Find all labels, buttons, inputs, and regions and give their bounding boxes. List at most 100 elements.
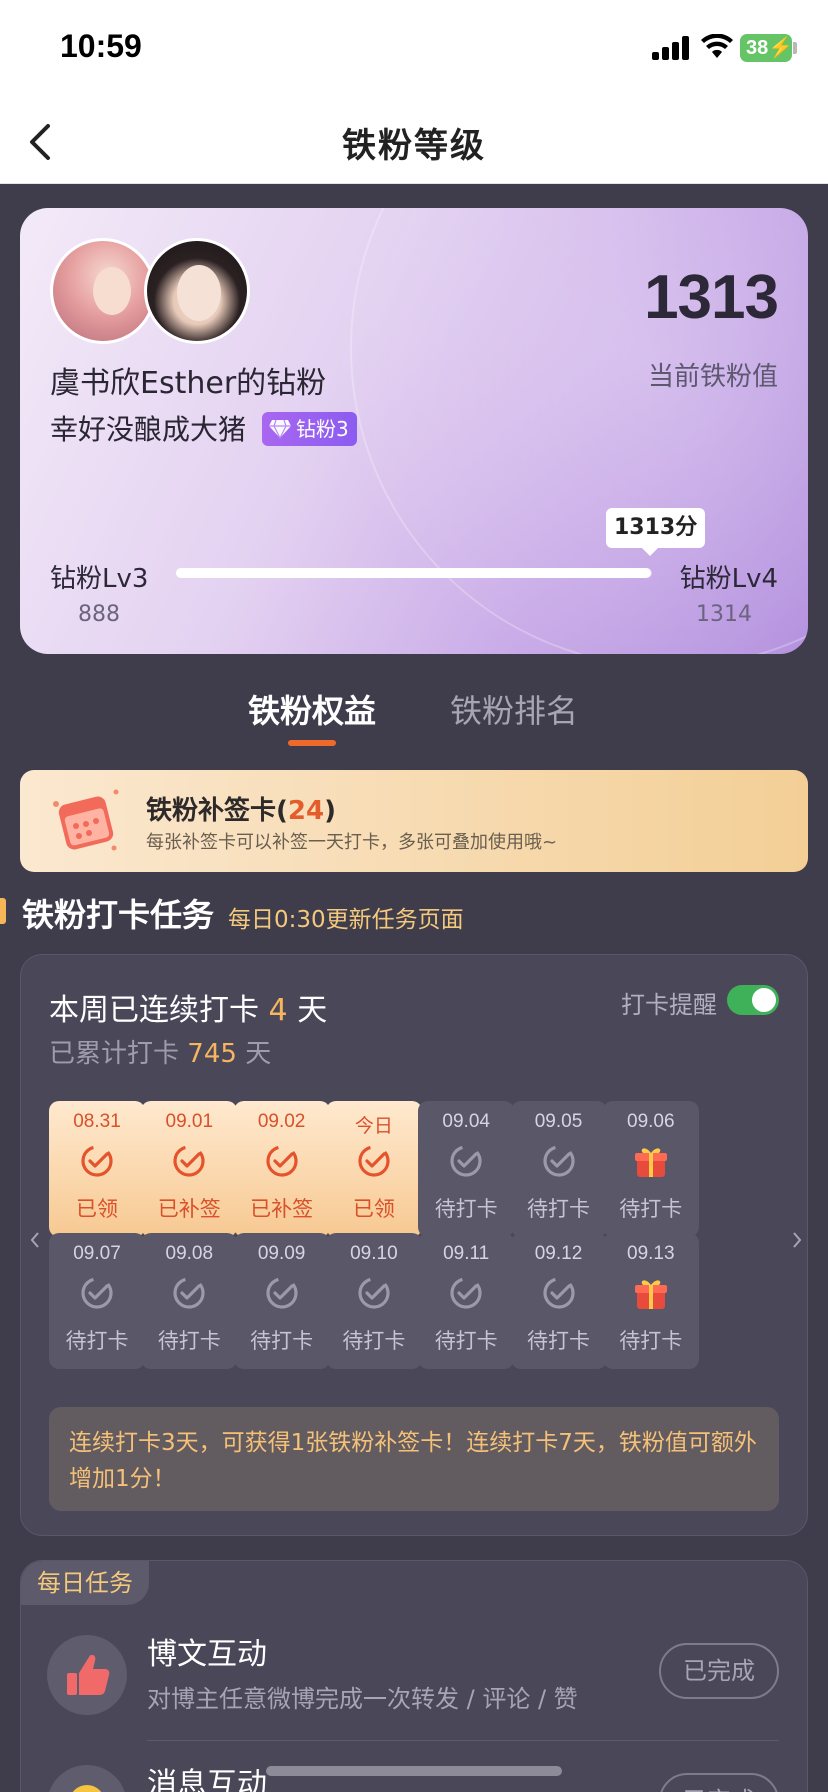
fan-name: 虞书欣Esther的钻粉 xyxy=(50,366,327,401)
check-icon xyxy=(356,1143,392,1179)
streak-unit: 天 xyxy=(297,993,328,1028)
day-date: 09.10 xyxy=(350,1243,398,1264)
day-status: 待打卡 xyxy=(527,1197,590,1221)
home-indicator xyxy=(266,1766,562,1776)
gift-icon xyxy=(633,1143,669,1179)
tab-fan-benefits[interactable]: 铁粉权益 xyxy=(248,686,376,732)
checkin-day-9[interactable]: 09.08 待打卡 xyxy=(141,1233,238,1369)
fan-avatar[interactable] xyxy=(50,238,156,344)
day-date: 09.07 xyxy=(73,1243,121,1264)
total-unit: 天 xyxy=(245,1039,272,1069)
progress-tooltip: 1313分 xyxy=(606,508,706,556)
chevron-left-icon[interactable] xyxy=(27,1230,43,1250)
checkin-day-6[interactable]: 09.05 待打卡 xyxy=(510,1101,607,1237)
day-status: 待打卡 xyxy=(65,1329,129,1353)
makeup-card-title-text: 铁粉补签卡 xyxy=(146,796,277,826)
checkin-day-7[interactable]: 09.06 待打卡 xyxy=(602,1101,699,1237)
day-status: 待打卡 xyxy=(619,1197,683,1221)
day-status: 待打卡 xyxy=(250,1329,314,1353)
checkin-reminder-label: 打卡提醒 xyxy=(621,991,717,1019)
daily-tasks-badge: 每日任务 xyxy=(21,1561,149,1605)
checkin-day-14[interactable]: 09.13 待打卡 xyxy=(602,1233,699,1369)
page-title: 铁粉等级 xyxy=(342,126,486,166)
wifi-icon xyxy=(701,34,733,58)
section-marker xyxy=(0,898,6,924)
task-status-button[interactable]: 已完成 xyxy=(659,1643,779,1699)
thumbs-up-icon xyxy=(67,1654,110,1695)
day-status: 已补签 xyxy=(157,1197,221,1221)
day-date: 今日 xyxy=(354,1116,393,1137)
checkin-day-2[interactable]: 09.01 已补签 xyxy=(141,1101,238,1237)
level-min-value: 888 xyxy=(78,602,120,627)
checkin-section-subtitle: 每日0:30更新任务页面 xyxy=(228,907,464,933)
message-icon xyxy=(72,1785,102,1792)
day-date: 09.04 xyxy=(442,1111,490,1132)
checkin-day-13[interactable]: 09.12 待打卡 xyxy=(510,1233,607,1369)
level-badge: 钻粉3 xyxy=(262,412,357,446)
check-icon xyxy=(541,1143,577,1179)
battery-icon: 38⚡ xyxy=(740,34,793,62)
total-days: 745 xyxy=(187,1039,237,1069)
diamond-icon xyxy=(269,419,291,439)
makeup-card-banner[interactable]: 铁粉补签卡(24) 每张补签卡可以补签一天打卡，多张可叠加使用哦~ xyxy=(20,770,808,872)
day-date: 09.05 xyxy=(534,1111,583,1132)
check-icon xyxy=(264,1275,300,1311)
day-date: 09.12 xyxy=(534,1243,583,1264)
day-date: 09.01 xyxy=(165,1111,214,1132)
checkin-reminder-toggle[interactable] xyxy=(727,985,779,1015)
task-title: 消息互动 xyxy=(147,1767,267,1792)
check-icon xyxy=(171,1143,207,1179)
chevron-right-icon[interactable] xyxy=(789,1230,805,1250)
day-status: 待打卡 xyxy=(527,1329,590,1353)
task-item: 博文互动 对博主任意微博完成一次转发 / 评论 / 赞 已完成 xyxy=(21,1611,807,1741)
checkin-card: 本周已连续打卡 4 天 已累计打卡 745 天 打卡提醒 08.31 已领 09.0… xyxy=(20,954,808,1536)
check-icon xyxy=(541,1275,577,1311)
checkin-day-5[interactable]: 09.04 待打卡 xyxy=(418,1101,515,1237)
checkin-day-1[interactable]: 08.31 已领 xyxy=(49,1101,145,1237)
checkin-day-8[interactable]: 09.07 待打卡 xyxy=(49,1233,145,1369)
tab-fan-ranking[interactable]: 铁粉排名 xyxy=(450,686,578,732)
check-icon xyxy=(171,1275,207,1311)
current-level-label: 钻粉Lv3 xyxy=(50,564,149,594)
streak-text: 本周已连续打卡 4 天 xyxy=(49,985,327,1029)
star-avatar[interactable] xyxy=(144,238,250,344)
task-title: 博文互动 xyxy=(147,1637,267,1672)
status-time: 10:59 xyxy=(60,28,142,64)
streak-prefix: 本周已连续打卡 xyxy=(49,993,259,1028)
day-status: 待打卡 xyxy=(434,1197,498,1221)
day-status: 待打卡 xyxy=(619,1329,683,1353)
day-status: 已领 xyxy=(352,1197,395,1221)
day-date: 09.08 xyxy=(165,1243,214,1264)
status-bar: 10:59 38⚡ xyxy=(0,0,828,100)
makeup-card-count: 24 xyxy=(287,796,325,826)
day-status: 待打卡 xyxy=(342,1329,406,1353)
checkin-day-10[interactable]: 09.09 待打卡 xyxy=(233,1233,330,1369)
checkin-day-11[interactable]: 09.10 待打卡 xyxy=(325,1233,422,1369)
makeup-card-description: 每张补签卡可以补签一天打卡，多张可叠加使用哦~ xyxy=(146,832,558,853)
checkin-day-4[interactable]: 今日 已领 xyxy=(325,1101,422,1237)
daily-tasks-card: 每日任务 博文互动 对博主任意微博完成一次转发 / 评论 / 赞 已完成 消息互… xyxy=(20,1560,808,1792)
level-progress-bar xyxy=(176,568,652,578)
fan-score-label: 当前铁粉值 xyxy=(647,362,778,392)
battery-nub xyxy=(793,42,797,54)
day-status: 待打卡 xyxy=(157,1329,221,1353)
check-icon xyxy=(448,1143,484,1179)
task-icon-wrap xyxy=(47,1765,127,1792)
checkin-day-12[interactable]: 09.11 待打卡 xyxy=(418,1233,515,1369)
calendar-icon xyxy=(53,789,119,851)
total-prefix: 已累计打卡 xyxy=(49,1039,180,1069)
task-description: 对博主任意微博完成一次转发 / 评论 / 赞 xyxy=(147,1685,578,1713)
toggle-knob xyxy=(752,988,776,1012)
day-status: 已领 xyxy=(76,1197,118,1221)
checkin-tip: 连续打卡3天，可获得1张铁粉补签卡！连续打卡7天，铁粉值可额外增加1分！ xyxy=(49,1407,779,1511)
level-badge-label: 钻粉3 xyxy=(296,417,349,441)
day-date: 09.09 xyxy=(257,1243,306,1264)
check-icon xyxy=(79,1143,115,1179)
task-status-button[interactable]: 已完成 xyxy=(659,1773,779,1792)
makeup-card-title: 铁粉补签卡(24) xyxy=(146,790,336,827)
level-max-value: 1314 xyxy=(696,602,752,627)
checkin-day-3[interactable]: 09.02 已补签 xyxy=(233,1101,330,1237)
streak-days: 4 xyxy=(268,993,288,1028)
checkin-section-title: 铁粉打卡任务 xyxy=(22,896,215,934)
tab-indicator xyxy=(288,740,336,746)
